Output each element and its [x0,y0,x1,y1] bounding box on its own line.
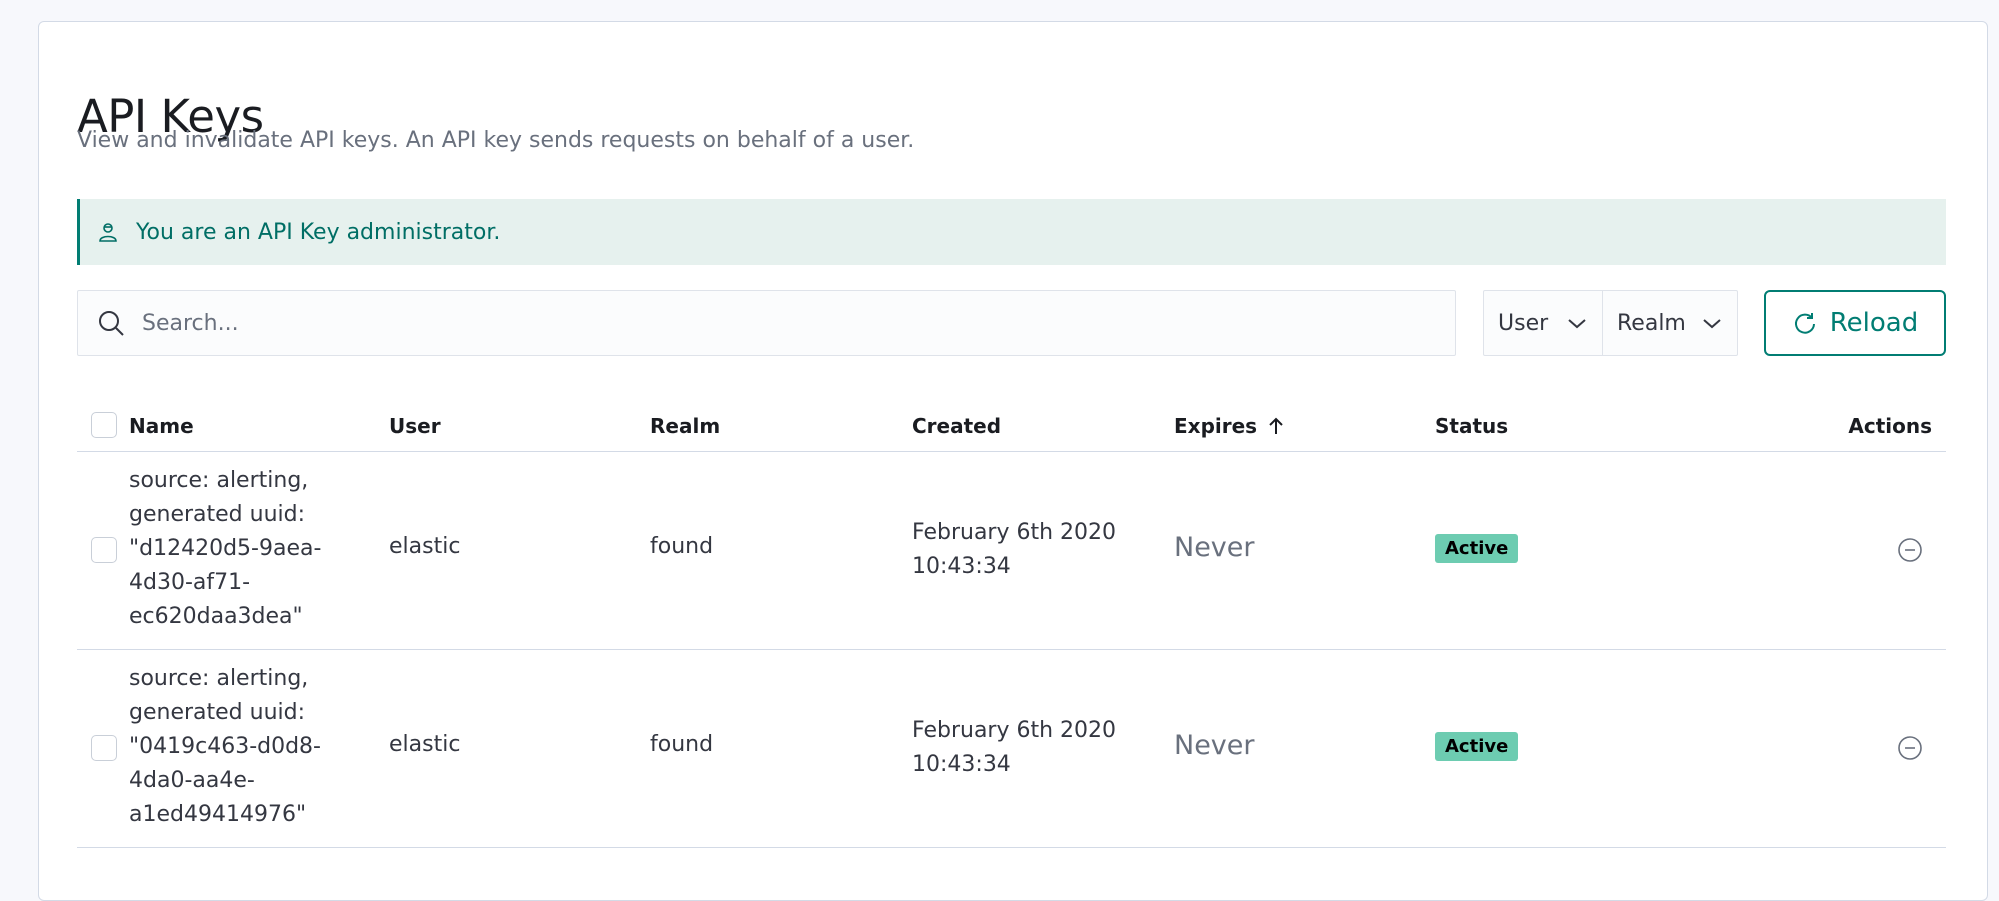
search-icon [96,308,126,338]
callout-text: You are an API Key administrator. [136,219,501,245]
column-header-created[interactable]: Created [912,414,1001,438]
user-icon [96,220,120,244]
key-expires: Never [1174,532,1255,563]
key-user: elastic [389,732,461,757]
search-bar[interactable] [77,290,1456,356]
key-created: February 6th 2020 10:43:34 [912,718,1117,777]
invalidate-icon[interactable] [1897,735,1923,761]
invalidate-icon[interactable] [1897,537,1923,563]
key-realm: found [650,534,714,559]
column-header-actions: Actions [1848,414,1932,438]
column-header-expires[interactable]: Expires [1174,414,1287,438]
filter-group: User Realm [1483,290,1738,356]
sort-ascending-icon [1265,415,1287,437]
column-header-realm[interactable]: Realm [650,414,720,438]
chevron-down-icon [1701,312,1723,334]
reload-label: Reload [1829,308,1919,338]
key-expires: Never [1174,730,1255,761]
row-checkbox[interactable] [91,735,117,761]
user-filter-button[interactable]: User [1484,291,1603,355]
page-subtitle: View and invalidate API keys. An API key… [77,128,915,153]
key-realm: found [650,732,714,757]
key-created: February 6th 2020 10:43:34 [912,520,1117,579]
row-checkbox[interactable] [91,537,117,563]
realm-filter-label: Realm [1617,310,1686,336]
column-header-expires-label: Expires [1174,414,1258,438]
admin-callout: You are an API Key administrator. [77,199,1946,265]
key-user: elastic [389,534,461,559]
column-header-name[interactable]: Name [129,414,194,438]
key-name: source: alerting, generated uuid: "d1242… [129,468,322,629]
table-header: Name User Realm Created Expires Status A… [77,402,1946,452]
table-row: source: alerting, generated uuid: "d1242… [77,452,1946,650]
search-input[interactable] [140,309,1340,337]
status-badge: Active [1435,534,1519,563]
key-name: source: alerting, generated uuid: "0419c… [129,666,321,827]
table-row: source: alerting, generated uuid: "0419c… [77,650,1946,848]
select-all-checkbox[interactable] [91,412,117,438]
column-header-user[interactable]: User [389,414,441,438]
chevron-down-icon [1566,312,1588,334]
api-keys-table: Name User Realm Created Expires Status A… [77,402,1946,848]
refresh-icon [1792,310,1818,336]
realm-filter-button[interactable]: Realm [1603,291,1737,355]
column-header-status: Status [1435,414,1509,438]
reload-button[interactable]: Reload [1764,290,1946,356]
status-badge: Active [1435,732,1519,761]
user-filter-label: User [1498,310,1549,336]
